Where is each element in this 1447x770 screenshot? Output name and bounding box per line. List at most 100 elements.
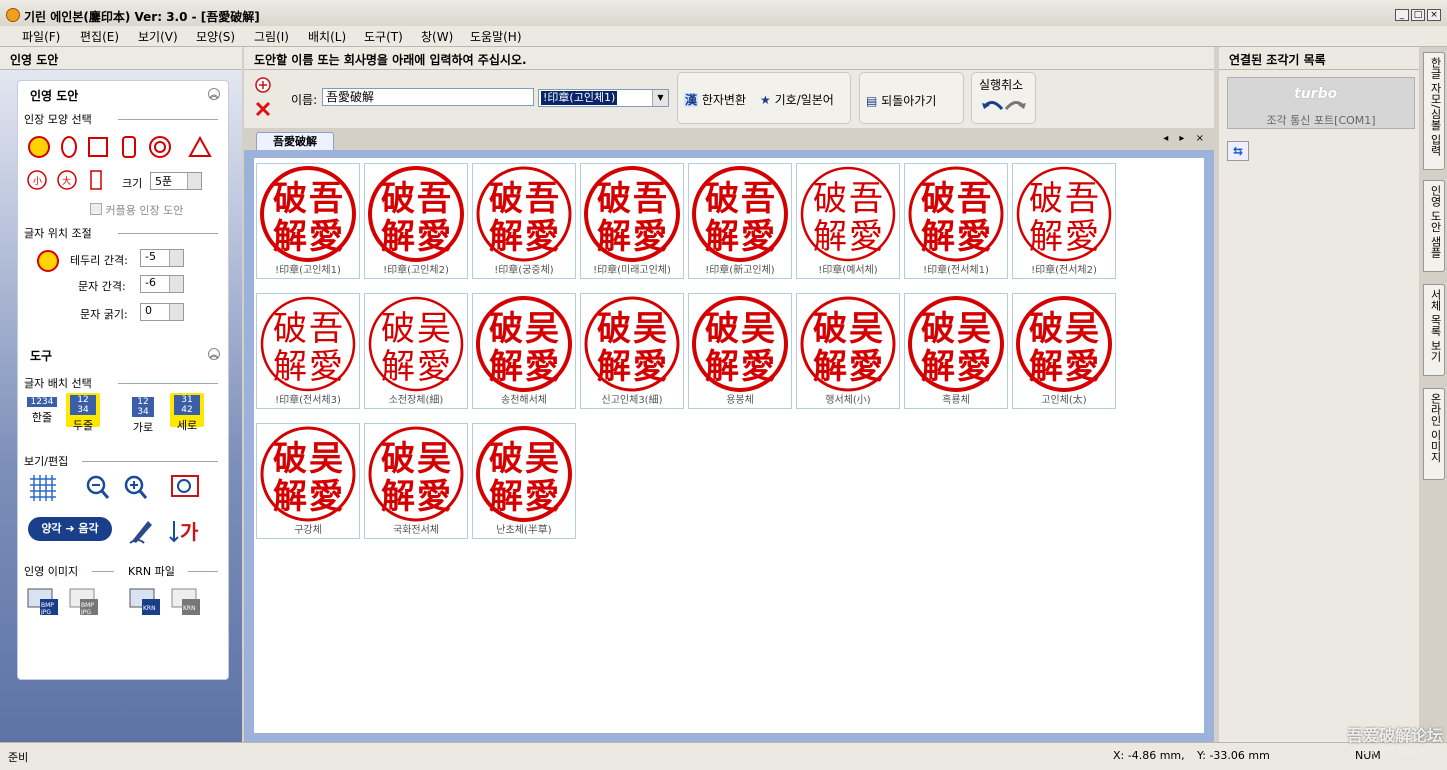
- seal-sample[interactable]: 吾愛破解 !印章(고인체1): [256, 163, 360, 279]
- status-y: Y: -33.06 mm: [1197, 749, 1270, 762]
- tab-hangul-symbols[interactable]: 한글 자모/심볼 입력: [1423, 52, 1445, 170]
- menu-layout[interactable]: 배치(L): [308, 28, 346, 45]
- position-circle-icon: [37, 250, 59, 272]
- menu-image[interactable]: 그림(I): [254, 28, 289, 45]
- seal-grid: 吾愛破解 !印章(고인체1) 吾愛破解 !印章(고인체2) 吾愛破解 !印章(궁중체) 吾愛…: [254, 158, 1204, 733]
- seal-caption: 구강체: [294, 525, 322, 536]
- tab-design-samples[interactable]: 인영 도안 샘플: [1423, 180, 1445, 272]
- open-krn-icon: KRN: [129, 588, 160, 615]
- seal-character: 吾: [417, 179, 451, 219]
- couple-checkbox[interactable]: [90, 203, 102, 215]
- tab-controls[interactable]: ◂ ▸ ×: [1163, 133, 1208, 144]
- svg-text:BMP: BMP: [81, 602, 94, 609]
- couple-checkbox-row[interactable]: 커플용 인장 도안: [90, 202, 183, 218]
- menu-help[interactable]: 도움말(H): [470, 28, 522, 45]
- seal-image: 吾愛破解: [908, 166, 1004, 262]
- seal-character: 愛: [957, 217, 991, 257]
- seal-caption: !印章(전서체3): [275, 395, 341, 406]
- menu-shape[interactable]: 모양(S): [196, 28, 235, 45]
- seal-sample[interactable]: 吴愛破解 소전장체(細): [364, 293, 468, 409]
- seal-sample[interactable]: 吴愛破解 신고인체3(細): [580, 293, 684, 409]
- seal-sample[interactable]: 吾愛破解 !印章(新고인체): [688, 163, 792, 279]
- seal-character: 破: [489, 439, 523, 479]
- left-panel-header: 인영 도안: [0, 47, 242, 70]
- seal-sample[interactable]: 吾愛破解 !印章(전서체2): [1012, 163, 1116, 279]
- seal-image: 吾愛破解: [260, 166, 356, 262]
- seal-sample[interactable]: 吴愛破解 행서체(小): [796, 293, 900, 409]
- collapse-icon[interactable]: ︽: [208, 348, 220, 360]
- border-gap-input[interactable]: -5: [140, 249, 184, 267]
- maximize-button[interactable]: □: [1411, 9, 1425, 21]
- tab-online-images[interactable]: 온라인 이미지: [1423, 388, 1445, 480]
- layout-one-line[interactable]: 1234 한줄: [27, 395, 57, 427]
- seal-image: 吴愛破解: [908, 296, 1004, 392]
- symbol-button[interactable]: ★ 기호/일본어: [760, 91, 834, 108]
- left-panel-title: 인영 도안: [10, 53, 59, 67]
- menu-view[interactable]: 보기(V): [138, 28, 178, 45]
- seal-sample[interactable]: 吾愛破解 !印章(궁중체): [472, 163, 576, 279]
- tab-font-list[interactable]: 서체 목록 보기: [1423, 284, 1445, 376]
- instruction-header: 도안할 이름 또는 회사명을 아래에 입력하여 주십시오.: [244, 47, 1214, 70]
- seal-sample[interactable]: 吴愛破解 흑룡체: [904, 293, 1008, 409]
- seal-character: 吴: [417, 309, 451, 349]
- seal-sample[interactable]: 吴愛破解 송천해서체: [472, 293, 576, 409]
- seal-sample[interactable]: 吴愛破解 고인체(太): [1012, 293, 1116, 409]
- close-button[interactable]: ×: [1427, 9, 1441, 21]
- size-select[interactable]: 5푼: [150, 172, 202, 190]
- chevron-down-icon[interactable]: ▼: [652, 90, 668, 106]
- seal-image: 吴愛破解: [1016, 296, 1112, 392]
- oval-shape-icon: [61, 136, 77, 158]
- seal-sample[interactable]: 吾愛破解 !印章(전서체3): [256, 293, 360, 409]
- engraver-item[interactable]: turbo 조각 통신 포트[COM1]: [1227, 77, 1415, 129]
- convert-button[interactable]: 양각 ➜ 음각: [28, 517, 112, 541]
- menu-file[interactable]: 파일(F): [22, 28, 60, 45]
- tools-title: 도구: [30, 349, 53, 363]
- seal-sample[interactable]: 吾愛破解 !印章(고인체2): [364, 163, 468, 279]
- menu-edit[interactable]: 편집(E): [80, 28, 119, 45]
- char-gap-input[interactable]: -6: [140, 275, 184, 293]
- text-rotate-icon: 가: [169, 520, 199, 544]
- layout-two-lines[interactable]: 12 34 두줄: [66, 393, 100, 432]
- seal-character: 解: [813, 217, 847, 257]
- view-tools: [30, 475, 199, 501]
- hanja-icon: 漢: [684, 93, 699, 107]
- hanja-button[interactable]: 漢 한자변환: [684, 91, 746, 108]
- instruction-text: 도안할 이름 또는 회사명을 아래에 입력하여 주십시오.: [254, 53, 527, 67]
- char-weight-input[interactable]: 0: [140, 303, 184, 321]
- seal-character: 破: [921, 309, 955, 349]
- divider: [118, 383, 218, 384]
- seal-image: 吾愛破解: [800, 166, 896, 262]
- minimize-button[interactable]: _: [1395, 9, 1409, 21]
- document-tab[interactable]: 吾愛破解: [256, 132, 334, 150]
- seal-sample[interactable]: 吴愛破解 용봉체: [688, 293, 792, 409]
- seal-character: 破: [813, 309, 847, 349]
- seal-sample[interactable]: 吴愛破解 난초체(半草): [472, 423, 576, 539]
- seal-sample[interactable]: 吾愛破解 !印章(전서체1): [904, 163, 1008, 279]
- refresh-icon[interactable]: ⇆: [1227, 141, 1249, 161]
- layout-horizontal[interactable]: 12 34 가로: [126, 395, 160, 434]
- app-icon[interactable]: [6, 8, 20, 22]
- back-button[interactable]: ▤ 되돌아가기: [866, 92, 936, 109]
- seal-character: 吴: [309, 439, 343, 479]
- seal-caption: !印章(미래고인체): [593, 265, 671, 276]
- clear-icon: [255, 101, 271, 117]
- seal-character: 愛: [849, 217, 883, 257]
- font-select[interactable]: !印章(고인체1) ▼: [538, 89, 669, 107]
- new-clear-tools: [255, 77, 271, 117]
- seal-character: 解: [597, 347, 631, 387]
- side-tabs: 한글 자모/심볼 입력 인영 도안 샘플 서체 목록 보기 온라인 이미지: [1422, 47, 1447, 742]
- seal-character: 吴: [417, 439, 451, 479]
- undo-label: 실행취소: [979, 78, 1024, 92]
- menu-window[interactable]: 창(W): [421, 28, 453, 45]
- seal-character: 解: [1029, 217, 1063, 257]
- layout-vertical[interactable]: 31 42 세로: [170, 393, 204, 432]
- seal-sample[interactable]: 吾愛破解 !印章(미래고인체): [580, 163, 684, 279]
- seal-character: 吴: [525, 439, 559, 479]
- collapse-icon[interactable]: ︽: [208, 88, 220, 100]
- name-input[interactable]: 吾愛破解: [322, 88, 534, 106]
- seal-sample[interactable]: 吾愛破解 !印章(예서체): [796, 163, 900, 279]
- left-panel: 인영 도안 인영 도안 ︽ 인장 모양 선택 小 大 크기 5푼 커플용 인장 …: [0, 47, 242, 742]
- menu-tools[interactable]: 도구(T): [364, 28, 403, 45]
- seal-sample[interactable]: 吴愛破解 구강체: [256, 423, 360, 539]
- seal-sample[interactable]: 吴愛破解 국화전서체: [364, 423, 468, 539]
